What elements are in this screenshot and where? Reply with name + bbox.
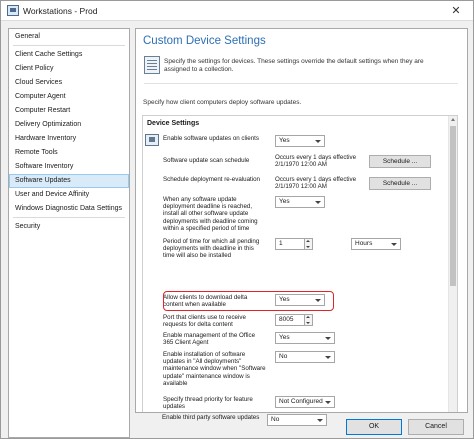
- chevron-down-icon: [325, 337, 331, 340]
- chevron-down-icon: [325, 401, 331, 404]
- nav-item-software-updates[interactable]: Software Updates: [9, 174, 129, 188]
- scan-schedule-label: Software update scan schedule: [163, 157, 250, 164]
- nav-item-windows-diagnostic-data[interactable]: Windows Diagnostic Data Settings: [10, 203, 128, 215]
- enable-updates-label: Enable software updates on clients: [163, 135, 259, 142]
- settings-scrollbar[interactable]: [448, 116, 457, 412]
- chevron-down-icon: [315, 201, 321, 204]
- thread-priority-dropdown[interactable]: Not Configured: [275, 396, 335, 408]
- document-icon: [144, 56, 160, 74]
- close-button[interactable]: ✕: [443, 3, 469, 19]
- delta-port-label: Port that clients use to receive request…: [163, 314, 246, 329]
- period-unit-value: Hours: [355, 240, 373, 247]
- nav-item-client-policy[interactable]: Client Policy: [10, 63, 128, 75]
- nav-divider: [13, 217, 125, 218]
- content-pane: Custom Device Settings Specify the setti…: [135, 28, 468, 413]
- enable-updates-value: Yes: [279, 137, 290, 144]
- period-stepper[interactable]: [305, 238, 313, 250]
- chevron-down-icon: [317, 419, 323, 422]
- maintenance-window-label: Enable installation of software updates …: [163, 351, 266, 387]
- settings-nav: General Client Cache Settings Client Pol…: [8, 28, 130, 438]
- period-input[interactable]: 1: [275, 238, 305, 250]
- deadline-install-label: When any software update deployment dead…: [163, 196, 258, 232]
- scan-schedule-text: Occurs every 1 days effective 2/1/1970 1…: [275, 154, 357, 169]
- nav-item-client-cache-settings[interactable]: Client Cache Settings: [10, 49, 128, 61]
- third-party-label: Enable third party software updates: [162, 414, 260, 421]
- nav-item-general[interactable]: General: [10, 31, 128, 43]
- deadline-install-value: Yes: [279, 198, 290, 205]
- app-window-icon: [7, 5, 19, 16]
- nav-item-security[interactable]: Security: [10, 221, 128, 233]
- reevaluation-schedule-button[interactable]: Schedule ...: [369, 177, 431, 190]
- thread-priority-value: Not Configured: [279, 398, 323, 405]
- window-title: Workstations - Prod: [23, 6, 98, 16]
- page-description: Specify the settings for devices. These …: [164, 58, 424, 73]
- nav-item-remote-tools[interactable]: Remote Tools: [10, 147, 128, 159]
- nav-item-hardware-inventory[interactable]: Hardware Inventory: [10, 133, 128, 145]
- period-label: Period of time for which all pending dep…: [163, 238, 260, 260]
- period-unit-dropdown[interactable]: Hours: [351, 238, 401, 250]
- chevron-down-icon: [315, 140, 321, 143]
- section-title: Device Settings: [147, 120, 200, 127]
- thread-priority-label: Specify thread priority for feature upda…: [163, 396, 253, 411]
- maintenance-window-dropdown[interactable]: No: [275, 351, 335, 363]
- nav-item-delivery-optimization[interactable]: Delivery Optimization: [10, 119, 128, 131]
- reevaluation-schedule-text: Occurs every 1 days effective 2/1/1970 1…: [275, 176, 357, 191]
- title-bar: Workstations - Prod ✕: [1, 1, 473, 21]
- office365-label: Enable management of the Office 365 Clie…: [163, 332, 256, 347]
- nav-divider: [13, 45, 125, 46]
- settings-window: Workstations - Prod ✕ General Client Cac…: [0, 0, 474, 439]
- cancel-button[interactable]: Cancel: [408, 419, 464, 435]
- nav-item-computer-restart[interactable]: Computer Restart: [10, 105, 128, 117]
- office365-value: Yes: [279, 334, 290, 341]
- page-title: Custom Device Settings: [143, 35, 266, 47]
- nav-item-software-inventory[interactable]: Software Inventory: [10, 161, 128, 173]
- ok-button[interactable]: OK: [346, 419, 402, 435]
- chevron-down-icon: [391, 243, 397, 246]
- enable-updates-dropdown[interactable]: Yes: [275, 135, 325, 147]
- device-settings-group: Device Settings Enable software updates …: [142, 115, 458, 412]
- nav-item-computer-agent[interactable]: Computer Agent: [10, 91, 128, 103]
- scroll-up-icon[interactable]: [451, 118, 455, 121]
- reevaluation-label: Schedule deployment re-evaluation: [163, 176, 260, 183]
- scroll-thumb[interactable]: [450, 126, 456, 286]
- maintenance-window-value: No: [279, 353, 288, 360]
- header-divider: [144, 83, 458, 84]
- nav-item-user-and-device-affinity[interactable]: User and Device Affinity: [10, 189, 128, 201]
- highlight-annotation: [163, 291, 334, 311]
- settings-icon: [145, 134, 159, 146]
- third-party-dropdown[interactable]: No: [267, 414, 327, 426]
- chevron-down-icon: [325, 356, 331, 359]
- third-party-value: No: [271, 416, 280, 423]
- office365-dropdown[interactable]: Yes: [275, 332, 335, 344]
- deadline-install-dropdown[interactable]: Yes: [275, 196, 325, 208]
- nav-item-cloud-services[interactable]: Cloud Services: [10, 77, 128, 89]
- delta-port-input[interactable]: 8005: [275, 314, 305, 326]
- page-subtitle: Specify how client computers deploy soft…: [143, 99, 302, 106]
- scan-schedule-button[interactable]: Schedule ...: [369, 155, 431, 168]
- delta-port-stepper[interactable]: [305, 314, 313, 326]
